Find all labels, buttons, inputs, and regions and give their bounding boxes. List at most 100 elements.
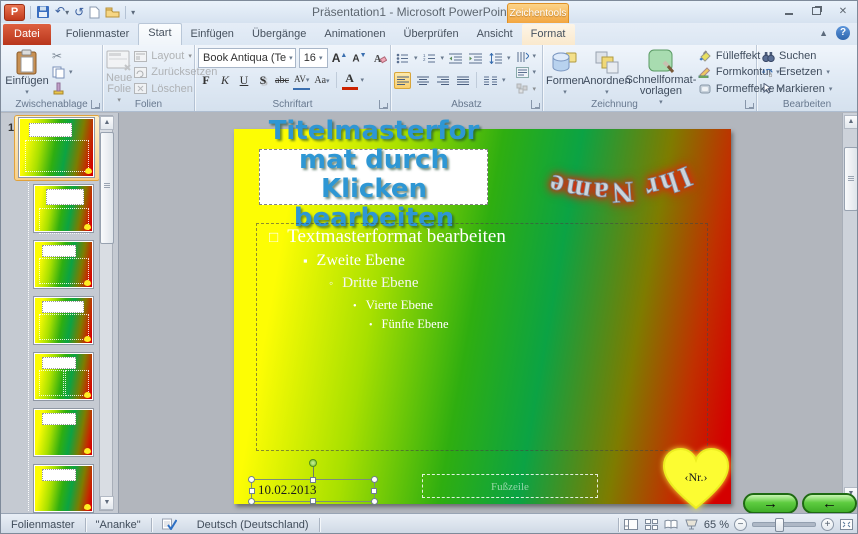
layout-thumbnail-5[interactable] bbox=[34, 409, 93, 456]
slideshow-view-icon[interactable] bbox=[684, 518, 699, 531]
zoom-slider-thumb[interactable] bbox=[775, 518, 784, 532]
italic-button[interactable]: K bbox=[217, 72, 233, 89]
new-file-icon[interactable] bbox=[89, 6, 100, 19]
selection-handle[interactable] bbox=[310, 498, 316, 504]
copy-button[interactable]: ▾ bbox=[50, 64, 75, 80]
previous-slide-button[interactable]: ← bbox=[802, 493, 857, 514]
main-scrollbar[interactable]: ▲ ▼ bbox=[842, 113, 858, 501]
format-painter-button[interactable] bbox=[50, 81, 75, 97]
slide-number-heart-shape[interactable]: ‹Nr.› bbox=[658, 446, 734, 512]
selection-handle[interactable] bbox=[371, 498, 378, 505]
zoom-level-text[interactable]: 65 % bbox=[704, 519, 729, 531]
language-status[interactable]: Deutsch (Deutschland) bbox=[187, 518, 319, 532]
tab-datei[interactable]: Datei bbox=[3, 24, 51, 45]
rotation-handle[interactable] bbox=[309, 459, 317, 467]
layout-thumbnail-3[interactable] bbox=[34, 297, 93, 344]
scroll-up-icon[interactable]: ▲ bbox=[100, 116, 114, 130]
undo-icon[interactable]: ↶▾ bbox=[55, 3, 69, 21]
tab-uebergaenge[interactable]: Übergänge bbox=[243, 24, 315, 45]
new-slide-button[interactable]: Neue Folie ▾ bbox=[106, 47, 132, 98]
help-icon[interactable]: ? bbox=[836, 26, 850, 40]
layout-thumbnail-6[interactable] bbox=[34, 465, 93, 512]
slide-canvas[interactable]: Titelmasterfor mat durch Klicken bearbei… bbox=[234, 129, 731, 504]
convert-smartart-icon[interactable]: ▾ bbox=[514, 81, 539, 97]
tab-folienmaster[interactable]: Folienmaster bbox=[57, 24, 139, 45]
thumbnail-scrollbar[interactable]: ▲ ▼ bbox=[99, 115, 113, 511]
cut-button[interactable]: ✂ bbox=[50, 48, 75, 64]
increase-indent-icon[interactable] bbox=[467, 50, 484, 67]
shapes-button[interactable]: Formen ▾ bbox=[546, 47, 584, 98]
reading-view-icon[interactable] bbox=[664, 518, 679, 531]
master-slide-thumbnail[interactable] bbox=[19, 118, 94, 177]
scrollbar-thumb[interactable] bbox=[844, 147, 858, 211]
align-left-button[interactable] bbox=[394, 72, 411, 89]
tab-einfuegen[interactable]: Einfügen bbox=[182, 24, 243, 45]
title-text[interactable]: Titelmasterfor mat durch Klicken bearbei… bbox=[238, 117, 510, 233]
date-placeholder[interactable]: 10.02.2013 bbox=[251, 479, 375, 502]
align-text-icon[interactable]: ▾ bbox=[514, 64, 539, 80]
quick-styles-button[interactable]: Schnellformat-vorlagen ▾ bbox=[630, 47, 692, 98]
scroll-up-icon[interactable]: ▲ bbox=[844, 115, 858, 129]
character-spacing-button[interactable]: AV▾ bbox=[293, 71, 310, 90]
selection-handle[interactable] bbox=[249, 488, 255, 494]
powerpoint-logo-icon[interactable]: P bbox=[4, 4, 25, 21]
normal-view-icon[interactable] bbox=[624, 518, 639, 531]
text-shadow-button[interactable]: S bbox=[255, 72, 271, 89]
theme-name-status[interactable]: "Ananke" bbox=[86, 518, 151, 532]
justify-button[interactable] bbox=[454, 72, 471, 89]
scrollbar-thumb[interactable] bbox=[100, 132, 114, 244]
align-right-button[interactable] bbox=[434, 72, 451, 89]
grow-font-icon[interactable]: A▲ bbox=[331, 50, 348, 67]
zoom-slider[interactable] bbox=[752, 522, 816, 527]
selection-handle[interactable] bbox=[248, 476, 255, 483]
replace-button[interactable]: abErsetzen▾ bbox=[760, 64, 834, 80]
save-icon[interactable] bbox=[36, 5, 50, 19]
next-slide-button[interactable]: → bbox=[743, 493, 798, 514]
font-name-select[interactable]: Book Antiqua (Te▾ bbox=[198, 48, 296, 68]
minimize-button[interactable] bbox=[779, 4, 799, 18]
layout-thumbnail-2[interactable] bbox=[34, 241, 93, 288]
underline-button[interactable]: U bbox=[236, 72, 252, 89]
font-size-select[interactable]: 16▾ bbox=[299, 48, 328, 68]
spellcheck-icon[interactable] bbox=[152, 518, 187, 532]
select-button[interactable]: Markieren▾ bbox=[760, 81, 834, 97]
body-placeholder[interactable]: □Textmasterformat bearbeiten ▪Zweite Ebe… bbox=[256, 223, 708, 451]
align-center-button[interactable] bbox=[414, 72, 431, 89]
selection-handle[interactable] bbox=[248, 498, 255, 505]
tab-animationen[interactable]: Animationen bbox=[315, 24, 394, 45]
slide-sorter-view-icon[interactable] bbox=[644, 518, 659, 531]
selection-handle[interactable] bbox=[371, 476, 378, 483]
paragraph-dialog-launcher[interactable] bbox=[531, 100, 540, 109]
shrink-font-icon[interactable]: A▼ bbox=[351, 50, 368, 67]
arrange-button[interactable]: Anordnen ▾ bbox=[584, 47, 630, 98]
clipboard-dialog-launcher[interactable] bbox=[91, 100, 100, 109]
text-direction-icon[interactable]: ▾ bbox=[514, 48, 539, 64]
font-color-button[interactable]: A bbox=[342, 70, 358, 90]
find-button[interactable]: Suchen bbox=[760, 48, 834, 64]
clear-formatting-icon[interactable]: A bbox=[371, 50, 388, 67]
zoom-out-icon[interactable]: − bbox=[734, 518, 747, 531]
line-spacing-icon[interactable] bbox=[487, 50, 504, 67]
tab-ueberpruefen[interactable]: Überprüfen bbox=[395, 24, 468, 45]
selection-handle[interactable] bbox=[371, 488, 377, 494]
restore-button[interactable] bbox=[806, 4, 826, 18]
collapse-ribbon-icon[interactable]: ▲ bbox=[819, 28, 828, 38]
tab-ansicht[interactable]: Ansicht bbox=[468, 24, 522, 45]
qat-customize-icon[interactable]: ▾ bbox=[131, 8, 135, 17]
close-button[interactable]: ✕ bbox=[833, 4, 853, 18]
font-dialog-launcher[interactable] bbox=[379, 100, 388, 109]
bullets-icon[interactable] bbox=[394, 50, 411, 67]
layout-thumbnail-1[interactable] bbox=[34, 185, 93, 232]
decrease-indent-icon[interactable] bbox=[447, 50, 464, 67]
drawing-dialog-launcher[interactable] bbox=[745, 100, 754, 109]
columns-icon[interactable] bbox=[482, 72, 499, 89]
tab-start[interactable]: Start bbox=[138, 23, 181, 45]
wordart-name[interactable]: Ihr Name bbox=[506, 133, 711, 221]
selection-handle[interactable] bbox=[310, 477, 316, 483]
numbering-icon[interactable]: 12 bbox=[421, 50, 438, 67]
strikethrough-button[interactable]: abc bbox=[274, 72, 290, 89]
bold-button[interactable]: F bbox=[198, 72, 214, 89]
zoom-in-icon[interactable]: + bbox=[821, 518, 834, 531]
scroll-down-icon[interactable]: ▼ bbox=[100, 496, 114, 510]
open-folder-icon[interactable] bbox=[105, 6, 120, 18]
